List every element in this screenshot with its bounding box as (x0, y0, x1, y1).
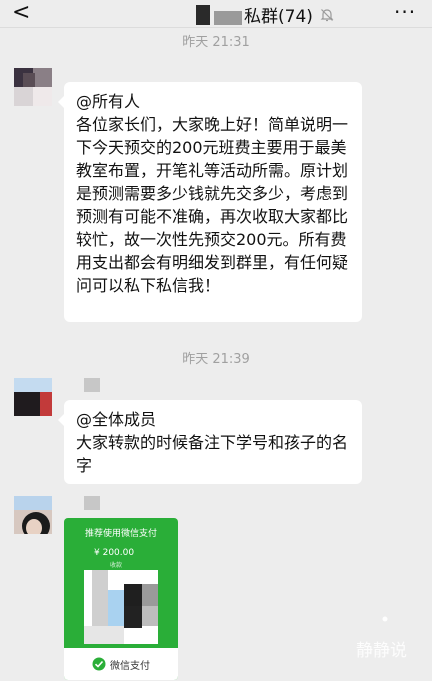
more-options-button[interactable]: ··· (394, 2, 416, 22)
watermark-sparkle-icon (382, 616, 388, 622)
avatar-mosaic-icon (14, 68, 52, 106)
sender-name-mosaic (84, 378, 100, 392)
bell-off-icon (320, 8, 334, 21)
payment-amount: ¥ 200.00 (94, 548, 135, 558)
qr-code (84, 570, 158, 644)
payment-card-header: 推荐使用微信支付 (84, 529, 157, 539)
message-bubble[interactable]: @全体成员 大家转款的时候备注下学号和孩子的名字 (58, 400, 362, 484)
sender-avatar[interactable] (14, 496, 52, 534)
message-timestamp: 昨天 21:39 (182, 352, 250, 367)
chat-header: < 私群(74) ··· (0, 0, 432, 28)
watermark-text: 静静说 (356, 641, 407, 661)
sender-name-mosaic (84, 496, 100, 510)
wechat-pay-label: 微信支付 (110, 660, 150, 672)
avatar-mosaic-icon (14, 496, 52, 534)
payment-qr-card[interactable]: 推荐使用微信支付 ¥ 200.00 收款 微信支付 (64, 518, 178, 680)
back-button[interactable]: < (12, 2, 30, 24)
payment-card-footer: 微信支付 (64, 648, 178, 680)
avatar-mosaic-icon (14, 378, 52, 416)
sender-avatar[interactable] (14, 68, 52, 106)
payment-subtitle: 收款 (110, 562, 123, 569)
wechat-pay-icon (92, 657, 106, 671)
title-mosaic-block-2 (214, 10, 242, 25)
chat-title-group: 私群(74) (196, 2, 335, 27)
message-timestamp: 昨天 21:31 (182, 35, 250, 50)
qr-mosaic-icon (84, 570, 158, 644)
message-text: @全体成员 大家转款的时候备注下学号和孩子的名字 (76, 410, 349, 475)
message-bubble[interactable]: @所有人 各位家长们，大家晚上好！简单说明一下今天预交的200元班费主要用于最美… (58, 82, 362, 322)
sender-avatar[interactable] (14, 378, 52, 416)
chat-title[interactable]: 私群(74) (244, 2, 313, 27)
message-text: @所有人 各位家长们，大家晚上好！简单说明一下今天预交的200元班费主要用于最美… (76, 92, 349, 295)
title-mosaic-block (196, 4, 210, 25)
